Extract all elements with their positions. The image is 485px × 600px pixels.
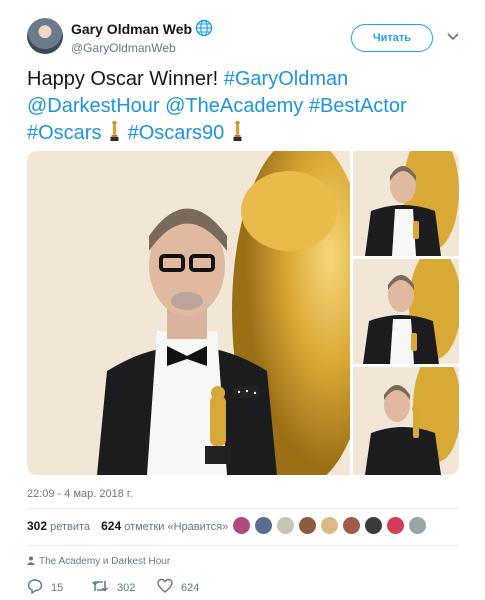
liker-avatar[interactable]: [408, 516, 427, 535]
liker-avatar[interactable]: [386, 516, 405, 535]
mention-link[interactable]: @TheAcademy: [165, 95, 303, 117]
tweet-context[interactable]: The Academy и Darkest Hour: [27, 556, 170, 567]
tweet-text-plain: Happy Oscar Winner!: [27, 68, 224, 90]
liker-avatar[interactable]: [232, 516, 251, 535]
liker-avatar[interactable]: [276, 516, 295, 535]
media-grid: [27, 151, 459, 475]
liker-avatar[interactable]: [254, 516, 273, 535]
chevron-down-icon[interactable]: [447, 32, 459, 42]
like-label: отметки «Нравится»: [124, 521, 229, 533]
tweet-timestamp[interactable]: 22:09 - 4 мар. 2018 г.: [27, 488, 133, 500]
reply-icon: [27, 579, 43, 595]
tweet-text: Happy Oscar Winner! #GaryOldman @Darkest…: [27, 66, 457, 147]
retweet-action-count: 302: [117, 582, 136, 594]
like-action-count: 624: [181, 582, 200, 594]
follow-button[interactable]: Читать: [351, 24, 433, 52]
liker-avatar[interactable]: [342, 516, 361, 535]
retweet-count: 302: [27, 519, 48, 533]
like-stat[interactable]: 624 отметки «Нравится»: [101, 519, 229, 533]
retweet-icon: [91, 581, 109, 592]
context-text: The Academy и Darkest Hour: [39, 556, 171, 567]
author-avatar[interactable]: [27, 18, 63, 54]
like-button[interactable]: 624: [157, 578, 199, 598]
like-count: 624: [101, 519, 122, 533]
author-name[interactable]: Gary Oldman Web: [71, 21, 192, 37]
liker-avatar[interactable]: [364, 516, 383, 535]
reply-count: 15: [51, 582, 64, 594]
retweet-label: ретвита: [50, 521, 91, 533]
engagement-stats: 302 ретвита 624 отметки «Нравится»: [27, 519, 236, 533]
tweet-header: Gary Oldman Web @GaryOldmanWeb Читать: [27, 18, 467, 62]
hashtag-link[interactable]: #BestActor: [309, 95, 407, 117]
oscar-statuette-icon: [110, 120, 119, 141]
hashtag-link[interactable]: #Oscars90: [128, 122, 225, 144]
main-photo[interactable]: [27, 151, 350, 475]
person-icon: [27, 556, 35, 565]
retweet-button[interactable]: 302: [91, 578, 135, 598]
hashtag-link[interactable]: #Oscars: [27, 122, 101, 144]
liker-avatar[interactable]: [320, 516, 339, 535]
divider: [27, 545, 459, 546]
side-photo[interactable]: [353, 151, 459, 256]
author-handle[interactable]: @GaryOldmanWeb: [71, 41, 176, 55]
verified-globe-icon: [195, 19, 213, 37]
tweet-actions: 15 302 624: [27, 578, 467, 598]
side-photo[interactable]: [353, 367, 459, 475]
heart-icon: [157, 578, 173, 593]
divider: [27, 508, 459, 509]
reply-button[interactable]: 15: [27, 578, 63, 598]
side-photo[interactable]: [353, 259, 459, 364]
retweet-stat[interactable]: 302 ретвита: [27, 519, 93, 533]
hashtag-link[interactable]: #GaryOldman: [224, 68, 349, 90]
mention-link[interactable]: @DarkestHour: [27, 95, 160, 117]
liker-avatar[interactable]: [298, 516, 317, 535]
oscar-statuette-icon: [233, 120, 242, 141]
